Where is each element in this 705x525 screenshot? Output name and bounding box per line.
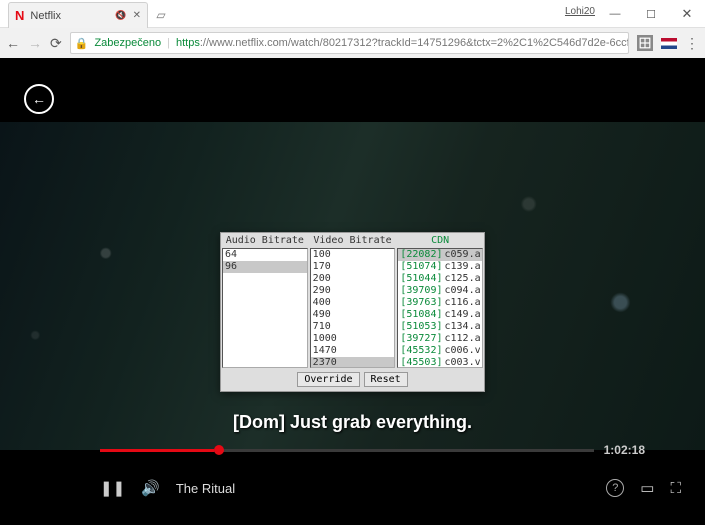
list-item[interactable]: [39709]c094.ams bbox=[398, 285, 482, 297]
url-text: https://www.netflix.com/watch/80217312?t… bbox=[176, 37, 629, 49]
video-bitrate-list[interactable]: 1001702002904004907101000147023704640 bbox=[310, 248, 396, 368]
audio-bitrate-list[interactable]: 6496 bbox=[222, 248, 308, 368]
address-bar: ← → ⟳ 🔒 Zabezpečeno | https://www.netfli… bbox=[0, 28, 705, 58]
subtitles-icon[interactable]: ▭ bbox=[640, 479, 654, 497]
list-item[interactable]: [22082]c059.ams bbox=[398, 249, 482, 261]
seek-bar[interactable] bbox=[100, 449, 594, 452]
browser-tab[interactable]: N Netflix 🔇 ✕ bbox=[8, 2, 148, 28]
header-audio: Audio Bitrate bbox=[221, 233, 309, 248]
extension-icon[interactable] bbox=[637, 35, 653, 51]
video-viewport: ← [Dom] Just grab everything. Audio Bitr… bbox=[0, 58, 705, 525]
debug-headers: Audio Bitrate Video Bitrate CDN bbox=[221, 233, 484, 248]
secure-label: Zabezpečeno bbox=[94, 37, 161, 49]
list-item[interactable]: 1470 bbox=[311, 345, 395, 357]
header-cdn: CDN bbox=[396, 233, 484, 248]
menu-icon[interactable]: ⋮ bbox=[685, 35, 699, 52]
lock-icon: 🔒 bbox=[75, 37, 89, 50]
close-window-button[interactable]: ✕ bbox=[669, 0, 705, 28]
volume-icon[interactable]: 🔊 bbox=[141, 479, 160, 497]
list-item[interactable]: [45503]c003.vie bbox=[398, 357, 482, 368]
player-controls: ❚❚ 🔊 The Ritual ? ▭ ⛶ bbox=[100, 479, 681, 497]
list-item[interactable]: [39763]c116.ams bbox=[398, 297, 482, 309]
minimize-button[interactable]: — bbox=[597, 0, 633, 28]
mute-icon[interactable]: 🔇 bbox=[115, 10, 126, 21]
forward-icon: → bbox=[28, 35, 42, 51]
list-item[interactable]: 400 bbox=[311, 297, 395, 309]
back-button[interactable]: ← bbox=[24, 84, 54, 114]
list-item[interactable]: 64 bbox=[223, 249, 307, 261]
subtitle-text: [Dom] Just grab everything. bbox=[0, 412, 705, 433]
list-item[interactable]: 200 bbox=[311, 273, 395, 285]
reload-icon[interactable]: ⟳ bbox=[50, 35, 62, 52]
header-video: Video Bitrate bbox=[309, 233, 397, 248]
pause-button[interactable]: ❚❚ bbox=[100, 479, 125, 497]
video-title: The Ritual bbox=[176, 481, 235, 496]
list-item[interactable]: [45532]c006.vie bbox=[398, 345, 482, 357]
list-item[interactable]: 490 bbox=[311, 309, 395, 321]
progress-row: 1:02:18 bbox=[100, 443, 645, 457]
list-item[interactable]: 2370 bbox=[311, 357, 395, 368]
netflix-favicon: N bbox=[15, 8, 24, 23]
tab-title: Netflix bbox=[30, 10, 109, 22]
list-item[interactable]: 290 bbox=[311, 285, 395, 297]
fullscreen-icon[interactable]: ⛶ bbox=[670, 480, 681, 497]
time-remaining: 1:02:18 bbox=[604, 443, 645, 457]
bitrate-debug-panel[interactable]: Audio Bitrate Video Bitrate CDN 6496 100… bbox=[220, 232, 485, 392]
list-item[interactable]: [39727]c112.ams bbox=[398, 333, 482, 345]
reset-button[interactable]: Reset bbox=[364, 372, 408, 387]
list-item[interactable]: 100 bbox=[311, 249, 395, 261]
new-tab-button[interactable]: ▱ bbox=[152, 6, 170, 24]
list-item[interactable]: 710 bbox=[311, 321, 395, 333]
list-item[interactable]: [51084]c149.ams bbox=[398, 309, 482, 321]
tab-close-icon[interactable]: ✕ bbox=[133, 10, 141, 21]
window-titlebar: N Netflix 🔇 ✕ ▱ Lohi20 — ☐ ✕ bbox=[0, 0, 705, 28]
list-item[interactable]: 170 bbox=[311, 261, 395, 273]
list-item[interactable]: [51074]c139.ams bbox=[398, 261, 482, 273]
seek-knob[interactable] bbox=[214, 445, 224, 455]
back-icon[interactable]: ← bbox=[6, 35, 20, 51]
list-item[interactable]: 96 bbox=[223, 261, 307, 273]
list-item[interactable]: 1000 bbox=[311, 333, 395, 345]
list-item[interactable]: [51053]c134.ams bbox=[398, 321, 482, 333]
maximize-button[interactable]: ☐ bbox=[633, 0, 669, 28]
seek-fill bbox=[100, 449, 214, 452]
profile-name[interactable]: Lohi20 bbox=[565, 6, 595, 17]
flag-icon[interactable] bbox=[661, 38, 677, 49]
cdn-list[interactable]: [22082]c059.ams[51074]c139.ams[51044]c12… bbox=[397, 248, 483, 368]
override-button[interactable]: Override bbox=[297, 372, 359, 387]
help-icon[interactable]: ? bbox=[606, 479, 624, 497]
list-item[interactable]: [51044]c125.ams bbox=[398, 273, 482, 285]
url-input[interactable]: 🔒 Zabezpečeno | https://www.netflix.com/… bbox=[70, 32, 629, 54]
